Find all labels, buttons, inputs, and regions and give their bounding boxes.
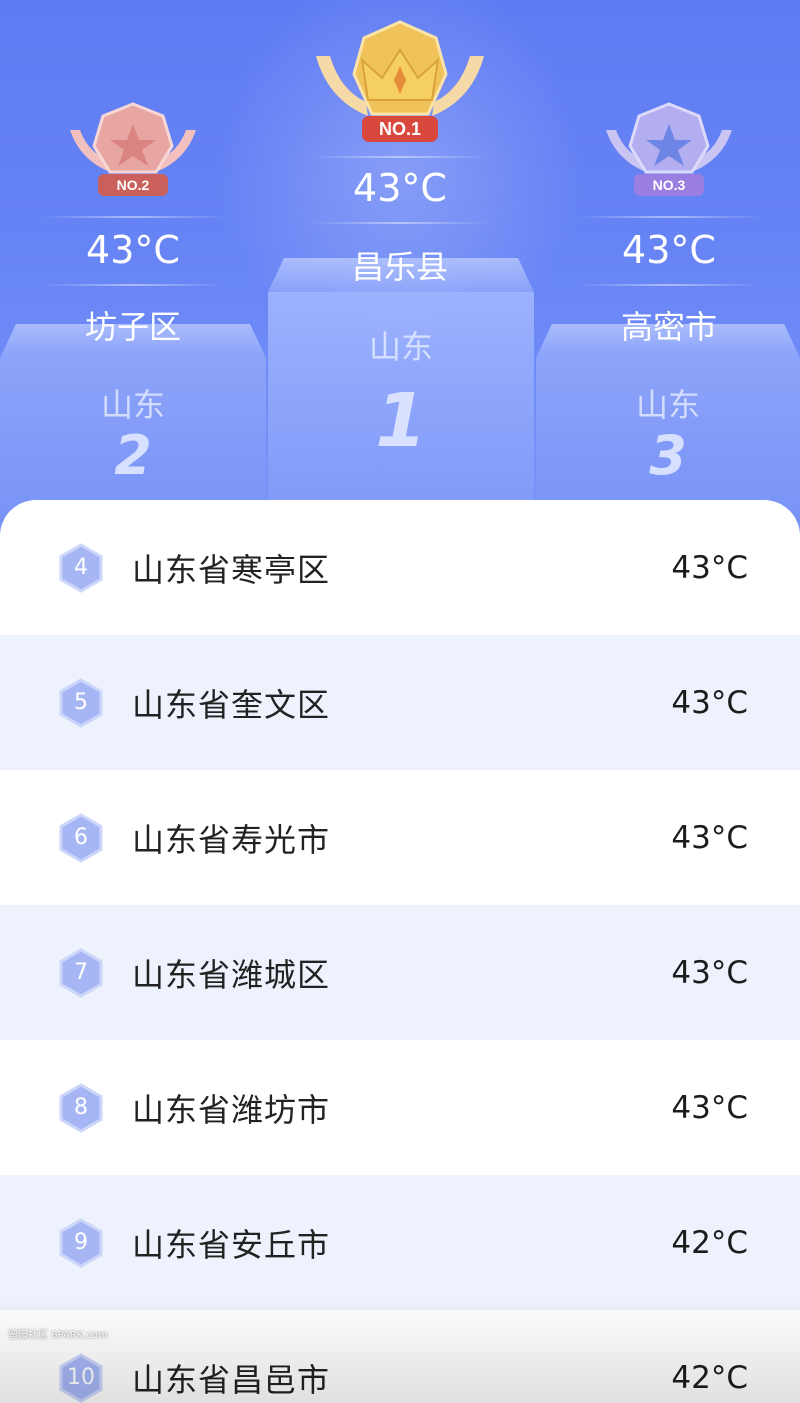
podium-2-city: 坊子区 (84, 308, 181, 346)
podium-3-temperature: 43°C (622, 228, 716, 272)
podium-2-province: 山东 (100, 386, 165, 424)
podium-1-temperature: 43°C (353, 166, 447, 210)
no1-crown-icon: NO.1 (310, 16, 490, 146)
list-item-name: 山东省潍坊市 (132, 1090, 331, 1129)
podium-3-city: 高密市 (620, 308, 717, 346)
rank-number: 6 (74, 825, 88, 850)
rank-number: 9 (74, 1230, 88, 1255)
rank-number: 4 (74, 555, 88, 580)
podium-pedestal-1: 山东 1 (268, 258, 534, 524)
watermark: 留园社区 6PARK.com (8, 1330, 108, 1341)
rank-hexagon-icon: 6 (56, 812, 106, 863)
podium-1-province: 山东 (368, 328, 433, 366)
svg-text:NO.3: NO.3 (653, 177, 686, 193)
podium-1-rank: 1 (375, 378, 427, 464)
rank-hexagon-icon: 4 (56, 542, 106, 593)
list-item-temperature: 43°C (671, 684, 748, 721)
rank-number: 5 (74, 690, 88, 715)
list-item[interactable]: 5 山东省奎文区 43°C (0, 635, 800, 770)
list-item[interactable]: 4 山东省寒亭区 43°C (0, 500, 800, 635)
list-item-temperature: 42°C (671, 1359, 748, 1396)
divider (40, 284, 226, 286)
rank-hexagon-icon: 5 (56, 677, 106, 728)
podium-2-temperature: 43°C (86, 228, 180, 272)
podium-1-city: 昌乐县 (351, 248, 448, 286)
divider (576, 216, 762, 218)
list-item-name: 山东省奎文区 (132, 685, 331, 724)
list-item-name: 山东省潍城区 (132, 955, 331, 994)
rank-number: 10 (67, 1365, 95, 1390)
ranking-list[interactable]: 4 山东省寒亭区 43°C 5 山东省奎文区 43°C 6 山东省寿光市 43°… (0, 500, 800, 1403)
podium-3-province: 山东 (635, 386, 700, 424)
divider (310, 222, 490, 224)
rank-hexagon-icon: 9 (56, 1217, 106, 1268)
podium-pedestal-3: 山东 3 (536, 324, 800, 524)
list-item-temperature: 43°C (671, 819, 748, 856)
no3-medal-icon: NO.3 (596, 100, 742, 202)
list-item[interactable]: 9 山东省安丘市 42°C (0, 1175, 800, 1310)
rank-hexagon-icon: 10 (56, 1352, 106, 1403)
podium-header: 山东 2 山东 1 山东 3 NO.2 NO.1 NO.3 43°C 坊子区 4… (0, 0, 800, 560)
divider (310, 156, 490, 158)
podium-pedestal-2: 山东 2 (0, 324, 266, 524)
divider (576, 284, 762, 286)
list-item[interactable]: 8 山东省潍坊市 43°C (0, 1040, 800, 1175)
list-item-name: 山东省安丘市 (132, 1225, 331, 1264)
svg-text:NO.1: NO.1 (379, 119, 421, 139)
no2-medal-icon: NO.2 (60, 100, 206, 202)
list-item-name: 山东省寒亭区 (132, 550, 331, 589)
list-item-name: 山东省昌邑市 (132, 1360, 331, 1399)
list-item-temperature: 42°C (671, 1224, 748, 1261)
rank-number: 8 (74, 1095, 88, 1120)
podium-3-rank: 3 (649, 424, 687, 487)
list-item-temperature: 43°C (671, 954, 748, 991)
list-item-temperature: 43°C (671, 1089, 748, 1126)
list-item-temperature: 43°C (671, 549, 748, 586)
rank-hexagon-icon: 7 (56, 947, 106, 998)
list-item[interactable]: 7 山东省潍城区 43°C (0, 905, 800, 1040)
list-item[interactable]: 6 山东省寿光市 43°C (0, 770, 800, 905)
list-item[interactable]: 10 山东省昌邑市 42°C (0, 1310, 800, 1403)
list-item-name: 山东省寿光市 (132, 820, 331, 859)
rank-hexagon-icon: 8 (56, 1082, 106, 1133)
podium-2-rank: 2 (114, 424, 152, 487)
divider (40, 216, 226, 218)
svg-text:NO.2: NO.2 (117, 177, 150, 193)
rank-number: 7 (74, 960, 88, 985)
